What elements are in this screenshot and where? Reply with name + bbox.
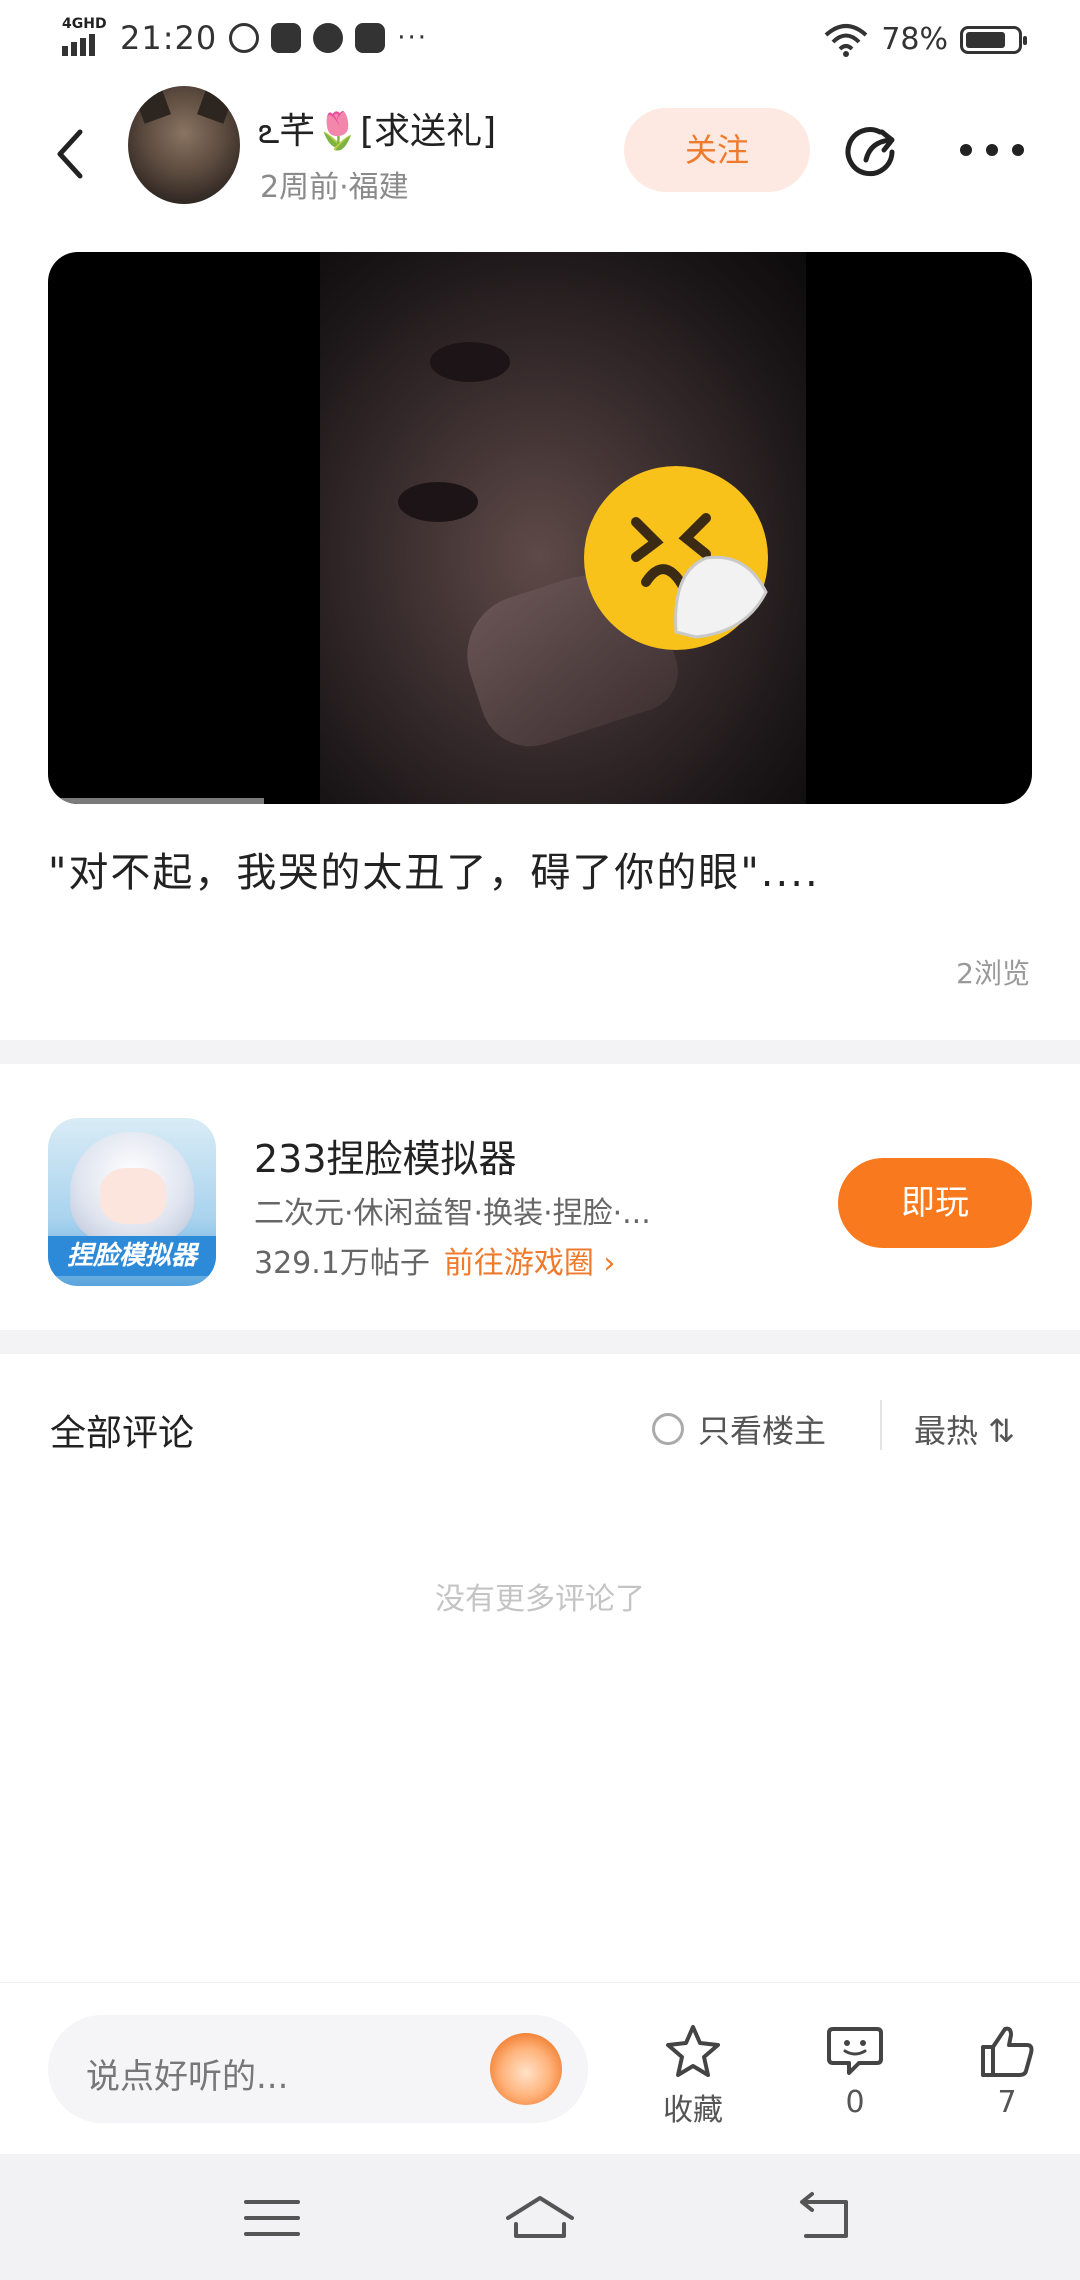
like-count: 7 <box>997 2085 1017 2120</box>
view-count: 2浏览 <box>956 957 1030 990</box>
signal-icon: 4GHD <box>60 16 108 58</box>
user-name[interactable]: ఽ芊🌷[求送礼] <box>258 102 496 161</box>
comment-input[interactable]: 说点好听的... <box>48 2015 588 2123</box>
game-stats: 329.1万帖子 前往游戏圈 › <box>254 1238 615 1282</box>
avatar[interactable] <box>128 86 240 204</box>
favorite-label: 收藏 <box>663 2093 723 2128</box>
only-host-label: 只看楼主 <box>698 1412 827 1450</box>
post-caption: "对不起，我哭的太丑了，碍了你的眼".... <box>48 850 820 896</box>
back-nav-icon[interactable] <box>784 2188 864 2248</box>
game-post-count: 329.1万帖子 <box>254 1246 430 1281</box>
post-meta: 2周前·福建 <box>260 170 409 205</box>
play-button[interactable]: 即玩 <box>838 1158 1032 1248</box>
empty-comments-text: 没有更多评论了 <box>435 1582 645 1617</box>
game-icon-logo: 捏脸模拟器 <box>48 1236 216 1276</box>
comment-count: 0 <box>845 2085 865 2120</box>
more-options-icon[interactable] <box>960 144 1024 156</box>
comments-title: 全部评论 <box>50 1413 195 1454</box>
game-card[interactable]: 捏脸模拟器 233捏脸模拟器 二次元·休闲益智·换装·捏脸·... 329.1万… <box>0 1072 1080 1330</box>
star-icon <box>666 2025 720 2077</box>
follow-button[interactable]: 关注 <box>624 108 810 192</box>
menu-icon[interactable] <box>232 2188 312 2248</box>
battery-percent: 78% <box>881 22 948 57</box>
sneeze-emoji-sticker <box>584 466 768 650</box>
like-button[interactable]: 7 <box>952 2023 1062 2120</box>
network-type: 4GHD <box>62 16 107 32</box>
fan-icon <box>313 23 344 53</box>
sort-button[interactable]: 最热 ⇅ <box>914 1406 1015 1452</box>
back-icon[interactable] <box>50 124 90 184</box>
section-divider <box>0 1330 1080 1354</box>
system-nav-bar <box>0 2154 1080 2280</box>
section-divider <box>0 1040 1080 1064</box>
vivo-app-icon <box>271 23 302 53</box>
share-icon[interactable] <box>842 120 908 186</box>
clock: 21:20 <box>120 19 218 57</box>
status-bar: 4GHD 21:20 ··· 78% <box>0 0 1080 84</box>
game-title[interactable]: 233捏脸模拟器 <box>254 1128 517 1183</box>
post-header: ఽ芊🌷[求送礼] 2周前·福建 关注 <box>0 84 1080 224</box>
comment-button[interactable]: 0 <box>800 2023 910 2120</box>
divider <box>880 1400 882 1450</box>
video-progress-bar[interactable] <box>48 798 265 804</box>
game-circle-link[interactable]: 前往游戏圈 › <box>444 1246 616 1281</box>
wifi-icon <box>824 23 868 57</box>
game-tags: 二次元·休闲益智·换装·捏脸·... <box>254 1196 651 1231</box>
favorite-button[interactable]: 收藏 <box>638 2023 748 2129</box>
battery-icon <box>960 25 1027 54</box>
card-icon <box>355 23 386 53</box>
mascot-icon[interactable] <box>490 2033 562 2105</box>
video-player[interactable] <box>48 252 1032 804</box>
bottom-action-bar: 说点好听的... 收藏 0 7 <box>0 1982 1080 2155</box>
more-notifications-icon: ··· <box>397 23 429 53</box>
notification-icon <box>229 23 260 53</box>
radio-icon[interactable] <box>652 1413 684 1445</box>
thumbs-up-icon <box>981 2026 1034 2077</box>
home-icon[interactable] <box>500 2188 580 2248</box>
comment-placeholder: 说点好听的... <box>86 2057 289 2097</box>
game-icon[interactable]: 捏脸模拟器 <box>48 1118 216 1286</box>
only-host-toggle[interactable]: 只看楼主 <box>652 1406 826 1452</box>
comment-bubble-icon <box>827 2027 883 2075</box>
